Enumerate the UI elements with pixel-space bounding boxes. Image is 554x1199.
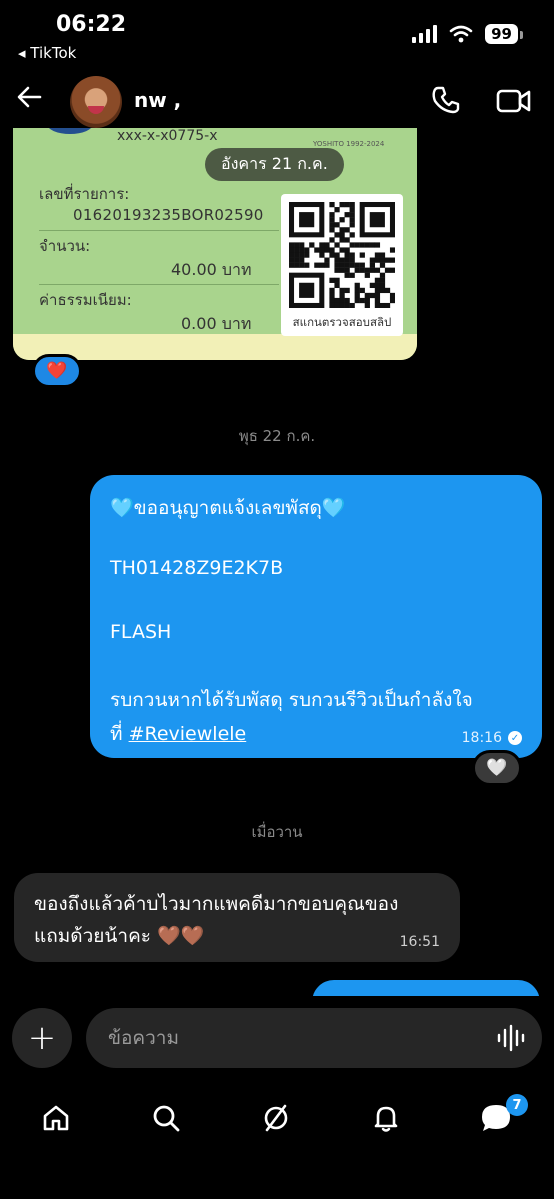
slip-amount-label: จำนวน:: [39, 237, 91, 255]
phone-call-icon[interactable]: [430, 84, 462, 116]
slip-ref-label: เลขที่รายการ:: [39, 185, 130, 203]
nav-notifications[interactable]: [366, 1098, 406, 1138]
message-text: ที่: [110, 723, 129, 745]
white-heart-reaction[interactable]: 🤍: [472, 750, 522, 786]
message-timestamp: 16:51: [399, 934, 440, 950]
qr-code: สแกนตรวจสอบสลิป: [281, 194, 403, 336]
slip-ref-value: 01620193235BOR02590: [73, 206, 264, 224]
heart-reaction[interactable]: ❤️: [32, 354, 82, 388]
payment-slip-image[interactable]: xxx-x-x0775-x อังคาร 21 ก.ค. YOSHITO 199…: [13, 128, 417, 360]
bell-icon: [374, 1106, 398, 1132]
cellular-signal-icon: [412, 25, 438, 43]
contact-name[interactable]: nw ,: [134, 88, 181, 112]
date-separator: เมื่อวาน: [251, 823, 303, 841]
message-composer: +: [0, 996, 554, 1082]
home-icon: [43, 1105, 69, 1131]
voice-message-icon[interactable]: [496, 1024, 526, 1052]
message-line: ที่ #Reviewlele: [110, 719, 246, 749]
nav-search[interactable]: [146, 1098, 186, 1138]
slip-account-number: xxx-x-x0775-x: [117, 128, 218, 144]
battery-indicator: 99: [485, 24, 523, 44]
message-line: รบกวนหากได้รับพัสดุ รบกวนรีวิวเป็นกำลังใ…: [110, 689, 473, 711]
bottom-navigation: [0, 1082, 554, 1199]
nav-explore[interactable]: [256, 1098, 296, 1138]
status-indicators: 99: [412, 24, 523, 44]
qr-code-icon: [289, 202, 395, 308]
hashtag-link[interactable]: #Reviewlele: [129, 723, 247, 745]
message-line: แถมด้วยน้าคะ 🤎🤎: [34, 925, 205, 947]
outgoing-message-bubble[interactable]: 🩵ขออนุญาตแจ้งเลขพัสดุ🩵 TH01428Z9E2K7B FL…: [90, 475, 542, 758]
slip-date-badge: อังคาร 21 ก.ค.: [205, 148, 344, 181]
back-arrow-icon[interactable]: [14, 82, 44, 112]
message-line: FLASH: [110, 621, 172, 643]
slip-fee-label: ค่าธรรมเนียม:: [39, 291, 132, 309]
message-line: TH01428Z9E2K7B: [110, 557, 284, 579]
timestamp-text: 18:16: [461, 730, 502, 746]
slip-divider: [39, 284, 279, 285]
back-to-app-link[interactable]: ◂ TikTok: [18, 44, 76, 62]
slip-amount-value: 40.00 บาท: [171, 260, 252, 279]
message-line: ของถึงแล้วค้าบไวมากแพคดีมากขอบคุณของ: [34, 893, 399, 915]
incoming-message-bubble[interactable]: ของถึงแล้วค้าบไวมากแพคดีมากขอบคุณของ แถม…: [14, 873, 460, 962]
messages-badge: 7: [506, 1094, 528, 1116]
status-time: 06:22: [56, 12, 127, 37]
message-input[interactable]: [86, 1008, 542, 1068]
qr-caption: สแกนตรวจสอบสลิป: [292, 315, 392, 329]
message-line: 🩵ขออนุญาตแจ้งเลขพัสดุ🩵: [110, 497, 346, 519]
wifi-icon: [449, 25, 473, 43]
slip-divider: [39, 230, 279, 231]
message-timestamp: 18:16 ✓: [462, 730, 522, 746]
search-icon: [153, 1105, 180, 1132]
read-check-icon: ✓: [508, 731, 522, 745]
nav-home[interactable]: [36, 1098, 76, 1138]
explore-icon: [264, 1104, 288, 1132]
chat-header: nw ,: [0, 72, 554, 128]
video-call-icon[interactable]: [496, 86, 532, 116]
contact-avatar[interactable]: [70, 76, 122, 128]
date-separator: พุธ 22 ก.ค.: [238, 427, 316, 445]
bank-logo: [47, 128, 93, 134]
slip-small-print: YOSHITO 1992-2024: [313, 140, 385, 148]
add-attachment-button[interactable]: +: [12, 1008, 72, 1068]
